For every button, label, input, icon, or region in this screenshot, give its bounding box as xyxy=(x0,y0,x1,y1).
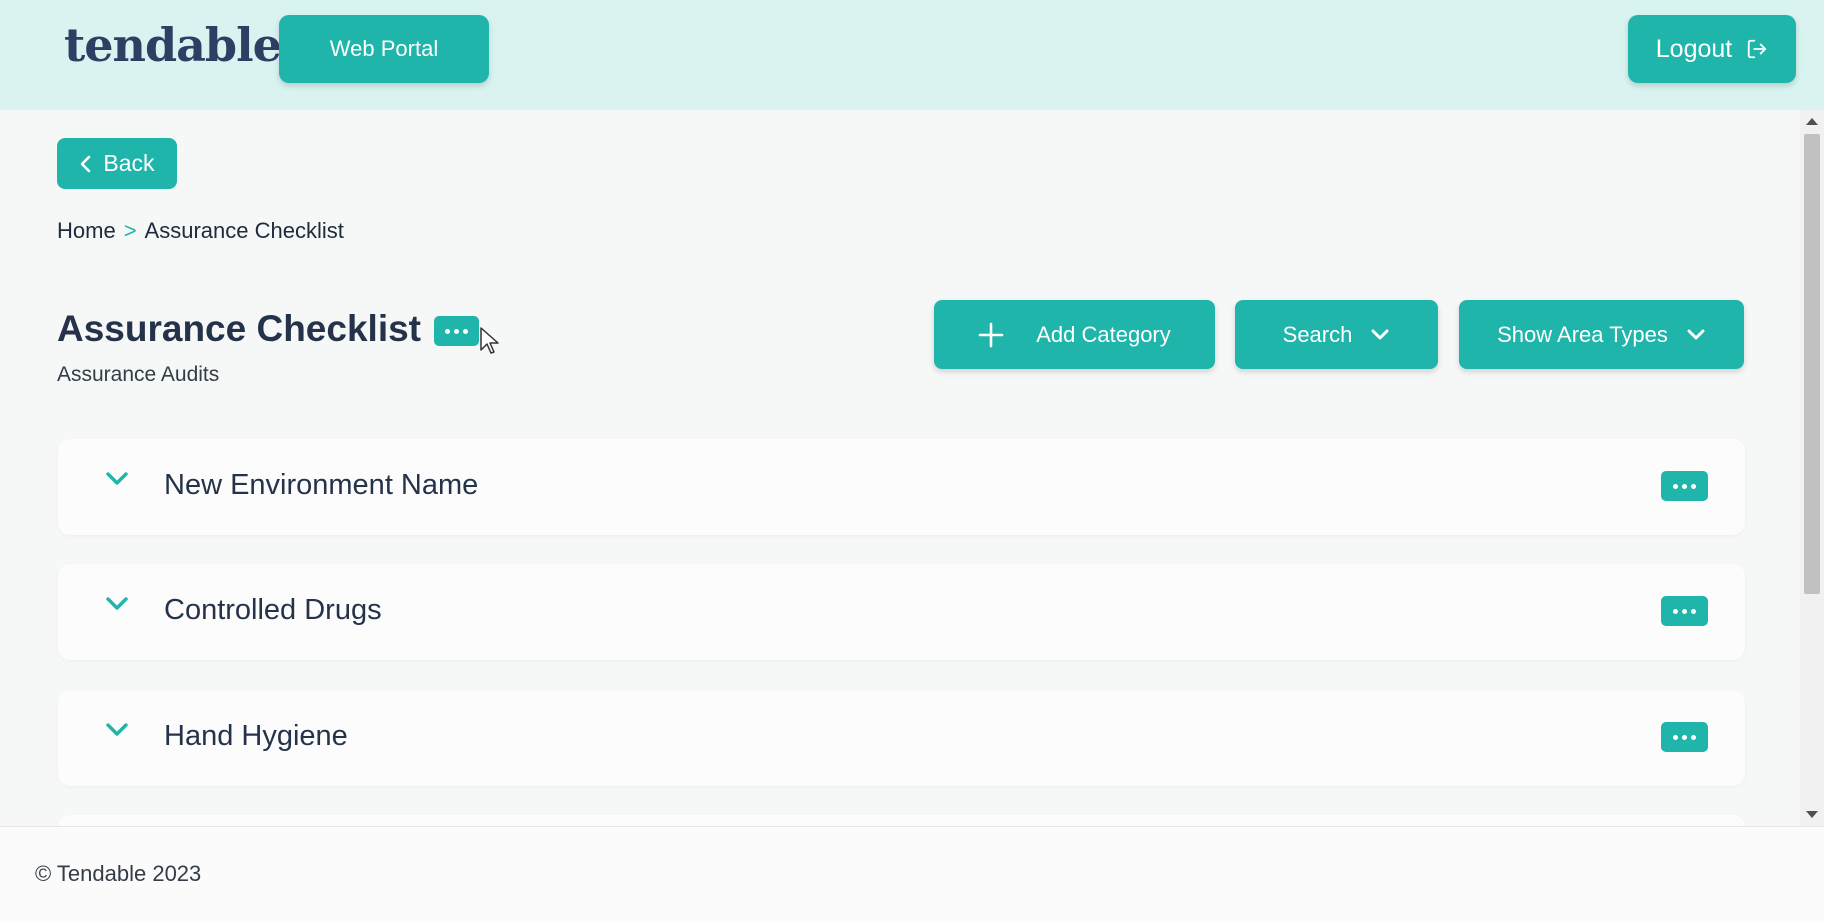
category-card[interactable]: New Environment Name xyxy=(58,439,1745,535)
footer-copyright: © Tendable 2023 xyxy=(35,861,202,886)
chevron-down-icon[interactable] xyxy=(104,720,130,740)
more-dots-icon xyxy=(445,328,468,334)
more-dots-icon xyxy=(1673,483,1696,489)
more-dots-icon xyxy=(1673,734,1696,740)
vertical-scrollbar[interactable] xyxy=(1800,110,1824,826)
logout-icon xyxy=(1748,39,1767,59)
chevron-down-icon xyxy=(1687,329,1705,339)
footer: © Tendable 2023 xyxy=(0,826,1824,922)
chevron-down-icon[interactable] xyxy=(104,594,130,614)
logout-button[interactable]: Logout xyxy=(1628,15,1796,83)
chevron-left-icon xyxy=(81,155,91,172)
scroll-up-arrow-icon[interactable] xyxy=(1806,118,1818,125)
web-portal-button[interactable]: Web Portal xyxy=(279,15,489,83)
chevron-down-icon xyxy=(1371,329,1389,339)
breadcrumb-current: Assurance Checklist xyxy=(144,218,344,243)
category-card-partial[interactable] xyxy=(58,815,1745,826)
back-label: Back xyxy=(103,150,155,176)
show-area-types-label: Show Area Types xyxy=(1497,321,1668,347)
scroll-thumb[interactable] xyxy=(1804,134,1820,594)
show-area-types-button[interactable]: Show Area Types xyxy=(1459,300,1744,369)
breadcrumb-home[interactable]: Home xyxy=(57,218,116,244)
category-card[interactable]: Controlled Drugs xyxy=(58,564,1745,660)
add-category-label: Add Category xyxy=(1036,321,1171,347)
main-content: Back Home > Assurance Checklist Assuranc… xyxy=(0,110,1800,826)
category-name: Hand Hygiene xyxy=(164,720,348,752)
more-dots-icon xyxy=(1673,608,1696,614)
category-more-button[interactable] xyxy=(1661,471,1708,501)
category-name: Controlled Drugs xyxy=(164,594,382,626)
logout-label: Logout xyxy=(1655,34,1733,63)
category-more-button[interactable] xyxy=(1661,596,1708,626)
title-more-button[interactable] xyxy=(434,316,479,346)
add-category-button[interactable]: Add Category xyxy=(934,300,1215,369)
page-title: Assurance Checklist xyxy=(57,308,422,349)
header: tendable Web Portal Logout xyxy=(0,0,1824,110)
scroll-down-arrow-icon[interactable] xyxy=(1806,811,1818,818)
category-name: New Environment Name xyxy=(164,469,479,501)
chevron-down-icon[interactable] xyxy=(104,469,130,489)
breadcrumb-separator: > xyxy=(123,218,137,243)
category-card[interactable]: Hand Hygiene xyxy=(58,690,1745,786)
page-subtitle: Assurance Audits xyxy=(57,363,220,386)
back-button[interactable]: Back xyxy=(57,138,177,189)
mouse-cursor-icon xyxy=(480,327,499,354)
breadcrumb: Home > Assurance Checklist xyxy=(57,218,344,244)
search-label: Search xyxy=(1282,321,1353,347)
category-more-button[interactable] xyxy=(1661,722,1708,752)
logo[interactable]: tendable xyxy=(64,18,282,72)
search-button[interactable]: Search xyxy=(1235,300,1438,369)
plus-icon xyxy=(978,322,1004,347)
